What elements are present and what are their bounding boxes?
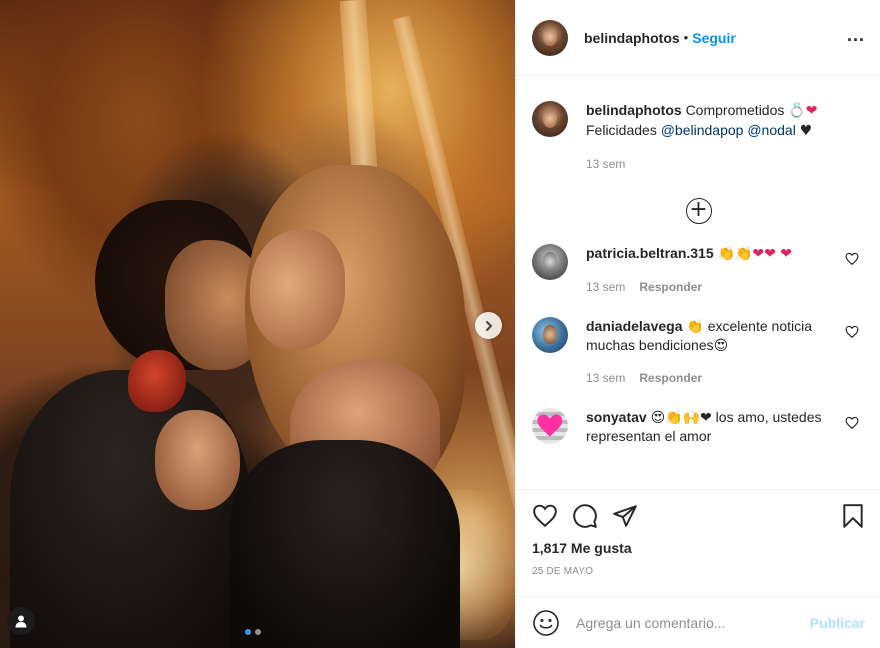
comment-item: patricia.beltran.315 👏👏❤❤ ❤ 13 sem Respo… bbox=[532, 244, 865, 297]
share-button[interactable] bbox=[612, 502, 652, 530]
add-comment-bar: Publicar bbox=[516, 596, 880, 648]
smiley-emoji-icon[interactable] bbox=[532, 609, 560, 637]
reply-button[interactable]: Responder bbox=[639, 278, 702, 297]
comment-username[interactable]: sonyatav bbox=[586, 409, 647, 425]
separator-dot: • bbox=[683, 30, 689, 45]
comments-list[interactable]: belindaphotos Comprometidos 💍❤ Felicidad… bbox=[516, 77, 880, 489]
post-date[interactable]: 25 DE MAYO bbox=[516, 556, 880, 577]
comment-meta: 13 sem Responder bbox=[586, 369, 837, 388]
publish-button[interactable]: Publicar bbox=[810, 615, 865, 631]
comment-body: sonyatav 😍👏🙌❤ los amo, ustedes represent… bbox=[586, 408, 865, 446]
post-header: belindaphotos • Seguir ... bbox=[516, 0, 880, 76]
reply-button[interactable]: Responder bbox=[639, 369, 702, 388]
caption: belindaphotos Comprometidos 💍❤ Felicidad… bbox=[532, 101, 865, 174]
comment-body: daniadelavega 👏 excelente noticia muchas… bbox=[586, 317, 865, 388]
rose bbox=[128, 350, 186, 412]
chevron-right-icon bbox=[485, 320, 492, 331]
carousel-next-button[interactable] bbox=[475, 312, 502, 339]
carousel-dot-active bbox=[245, 629, 251, 635]
plus-circle-icon[interactable]: + bbox=[685, 198, 712, 224]
mention-link[interactable]: @nodal bbox=[747, 122, 795, 138]
tagged-people-button[interactable] bbox=[7, 607, 35, 635]
caption-line2: Felicidades bbox=[586, 122, 657, 138]
comment-meta: 13 sem Responder bbox=[586, 278, 837, 297]
load-more-comments: + bbox=[532, 198, 865, 224]
woman-dress bbox=[230, 440, 460, 648]
heart-icon bbox=[533, 504, 557, 528]
comment-input[interactable] bbox=[576, 615, 810, 631]
comment-body: patricia.beltran.315 👏👏❤❤ ❤ 13 sem Respo… bbox=[586, 244, 865, 297]
heart-glyph: ♥ bbox=[799, 123, 813, 139]
author-avatar[interactable] bbox=[532, 19, 568, 56]
woman-face bbox=[250, 230, 345, 350]
author-username[interactable]: belindaphotos bbox=[584, 30, 680, 46]
like-comment-heart-icon[interactable] bbox=[845, 252, 859, 266]
comment-username[interactable]: daniadelavega bbox=[586, 318, 683, 334]
caption-avatar[interactable] bbox=[532, 101, 568, 137]
hand bbox=[155, 410, 240, 510]
caption-username[interactable]: belindaphotos bbox=[586, 102, 682, 118]
send-paper-plane-icon bbox=[613, 505, 637, 527]
comment-item: sonyatav 😍👏🙌❤ los amo, ustedes represent… bbox=[532, 408, 865, 446]
caption-body: belindaphotos Comprometidos 💍❤ Felicidad… bbox=[586, 101, 865, 174]
commenter-avatar[interactable] bbox=[532, 244, 568, 280]
post-actions: 1,817 Me gusta 25 DE MAYO Publicar bbox=[516, 489, 880, 648]
caption-meta: 13 sem bbox=[586, 155, 865, 174]
post-details-panel: belindaphotos • Seguir ... belindaphotos… bbox=[515, 0, 880, 648]
commenter-avatar[interactable] bbox=[532, 408, 568, 444]
like-button[interactable] bbox=[532, 502, 572, 530]
comment-time[interactable]: 13 sem bbox=[586, 278, 625, 297]
mention-link[interactable]: @belindapop bbox=[661, 122, 744, 138]
comment-button[interactable] bbox=[572, 502, 612, 530]
comment-username[interactable]: patricia.beltran.315 bbox=[586, 245, 714, 261]
bookmark-icon bbox=[843, 504, 863, 528]
caption-text: Comprometidos bbox=[685, 102, 785, 118]
caption-time[interactable]: 13 sem bbox=[586, 155, 625, 174]
like-comment-heart-icon[interactable] bbox=[845, 325, 859, 339]
post-photo[interactable] bbox=[0, 0, 515, 648]
comment-text: 👏👏❤❤ ❤ bbox=[717, 246, 793, 262]
like-comment-heart-icon[interactable] bbox=[845, 416, 859, 430]
likes-count[interactable]: 1,817 Me gusta bbox=[516, 530, 880, 556]
commenter-avatar[interactable] bbox=[532, 317, 568, 353]
person-tag-icon bbox=[15, 615, 27, 628]
follow-button[interactable]: Seguir bbox=[692, 30, 736, 46]
comment-time[interactable]: 13 sem bbox=[586, 369, 625, 388]
action-icons bbox=[516, 490, 880, 530]
carousel-indicator bbox=[245, 629, 261, 635]
man-figure bbox=[10, 370, 250, 648]
comment-bubble-icon bbox=[573, 504, 597, 528]
comment-item: daniadelavega 👏 excelente noticia muchas… bbox=[532, 317, 865, 388]
more-options-button[interactable]: ... bbox=[847, 26, 865, 50]
save-button[interactable] bbox=[839, 502, 865, 530]
caption-emojis: 💍❤ bbox=[788, 103, 818, 119]
carousel-dot bbox=[255, 629, 261, 635]
